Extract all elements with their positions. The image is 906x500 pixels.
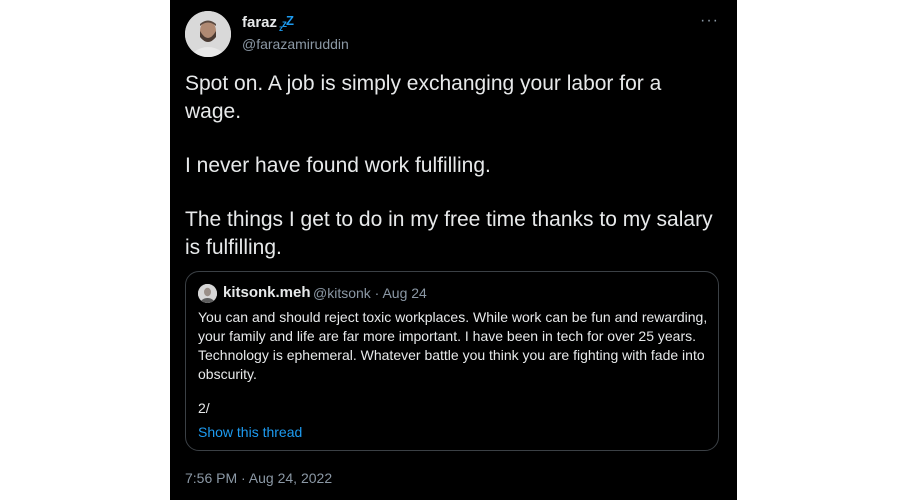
tweet-text: Spot on. A job is simply exchanging your… bbox=[185, 70, 720, 288]
thread-number: 2/ bbox=[198, 400, 210, 416]
quoted-author-avatar bbox=[198, 284, 217, 303]
quoted-tweet[interactable]: kitsonk.meh @kitsonk · Aug 24 You can an… bbox=[185, 271, 719, 451]
quoted-handle-date: @kitsonk · Aug 24 bbox=[313, 285, 427, 301]
tweet-paragraph: The things I get to do in my free time t… bbox=[185, 208, 713, 259]
author-avatar[interactable] bbox=[185, 11, 231, 57]
quoted-author-name: kitsonk.meh bbox=[223, 284, 311, 301]
author-display-name[interactable]: faraz bbox=[242, 14, 277, 31]
show-thread-link[interactable]: Show this thread bbox=[198, 424, 302, 440]
zzz-icon: zzZ bbox=[279, 13, 294, 33]
tweet-card: faraz zzZ @farazamiruddin ··· Spot on. A… bbox=[170, 0, 737, 500]
tweet-paragraph: I never have found work fulfilling. bbox=[185, 154, 491, 177]
quoted-tweet-text: You can and should reject toxic workplac… bbox=[198, 309, 708, 382]
tweet-paragraph: Spot on. A job is simply exchanging your… bbox=[185, 72, 662, 123]
tweet-timestamp[interactable]: 7:56 PM · Aug 24, 2022 bbox=[185, 470, 332, 486]
author-handle[interactable]: @farazamiruddin bbox=[242, 36, 349, 52]
more-icon[interactable]: ··· bbox=[700, 12, 719, 30]
